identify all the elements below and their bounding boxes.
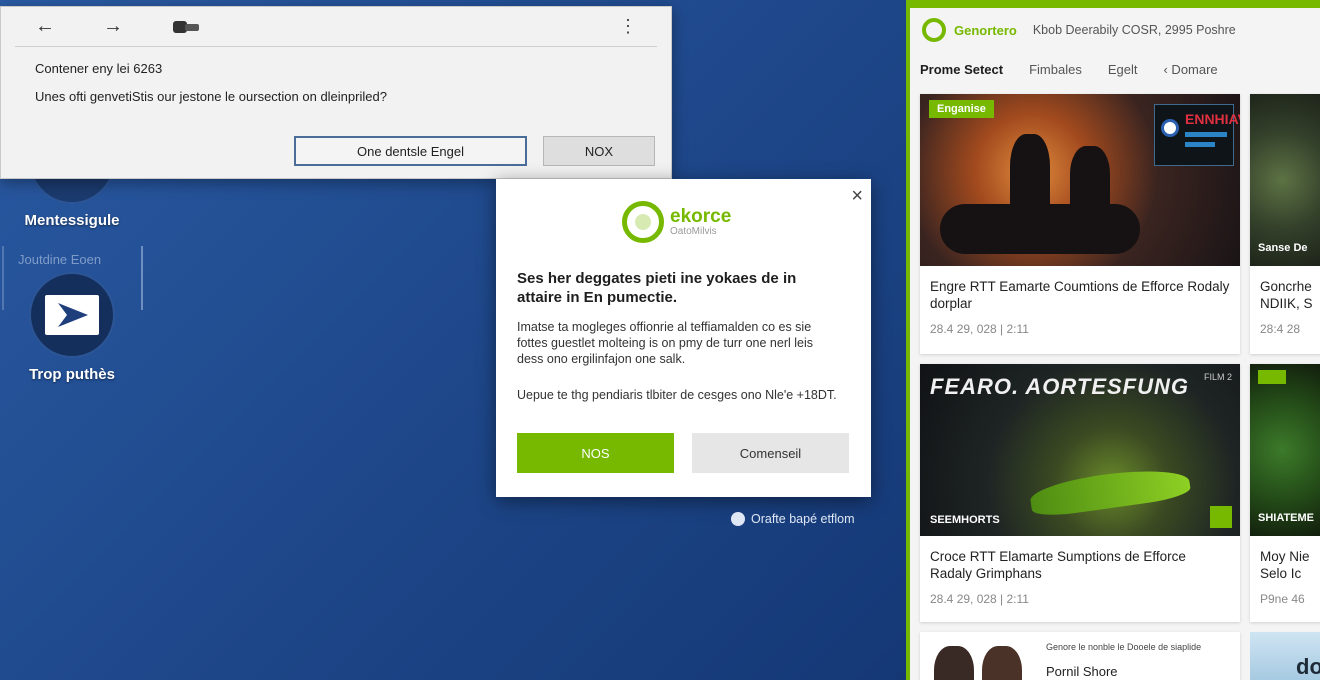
eforce-brand-sub: OatoMilvis (670, 225, 717, 237)
panel-logo-icon (922, 18, 946, 42)
card-2-image-footer: SEEMHORTS (930, 514, 1000, 526)
back-arrow-icon[interactable]: ← (35, 15, 55, 38)
tab-fimbales[interactable]: Fimbales (1029, 62, 1082, 77)
card-1-title: Engre RTT Eamarte Coumtions de Efforce R… (930, 279, 1230, 311)
card-1-badge: Enganise (929, 100, 994, 118)
eforce-brand: ekorce (670, 205, 732, 227)
desktop-icon-2-label: Trop puthès (29, 366, 115, 383)
side-card-2-date: P9ne 46 (1260, 592, 1305, 606)
forward-arrow-icon[interactable]: → (103, 15, 123, 38)
side-card-2[interactable]: SHIATEME Moy Nie Selo Ic P9ne 46 (1250, 364, 1320, 622)
eforce-logo: ekorce OatoMilvis (622, 201, 731, 243)
play-icon-graphic (45, 295, 99, 335)
side-card-1-title: Goncrhe NDIIK, S (1260, 279, 1313, 311)
globe-icon (731, 512, 745, 526)
browser-dialog: ← → ⋮ Contener eny lei 6263 Unes ofti ge… (0, 6, 672, 179)
card-1-date: 28.4 29, 028 | 2:11 (930, 322, 1029, 336)
eforce-dialog-title: Ses her deggates pieti ine yokaes de in … (517, 270, 797, 306)
card-2-title: Croce RTT Elamarte Sumptions de Efforce … (930, 549, 1186, 581)
browser-nav-bar: ← → ⋮ (15, 7, 657, 47)
tab-domare[interactable]: ‹ Domare (1163, 62, 1217, 77)
news-card-1[interactable]: ENNHIAVG Enganise Engre RTT Eamarte Coum… (920, 94, 1240, 354)
card-2-corner-icon (1210, 506, 1232, 528)
panel-meta: Kbob Deerabily COSR, 2995 Poshre (1032, 23, 1236, 37)
card-1-image: ENNHIAVG Enganise (920, 94, 1240, 266)
eforce-dialog: × ekorce OatoMilvis Ses her deggates pie… (496, 179, 871, 497)
side-card-1-image: Sanse De (1250, 94, 1320, 266)
desktop-link[interactable]: Orafte bapé etflom (731, 512, 855, 526)
panel-header: Genortero Kbob Deerabily COSR, 2995 Posh… (910, 8, 1320, 52)
browser-primary-button[interactable]: One dentsle Engel (294, 136, 527, 166)
news-panel: Genortero Kbob Deerabily COSR, 2995 Posh… (906, 0, 1320, 680)
side-card-1[interactable]: Sanse De Goncrhe NDIIK, S 28:4 28 (1250, 94, 1320, 354)
browser-dialog-line-2: Unes ofti genvetiStis our jestone le our… (35, 89, 387, 104)
card-3-caption: Pornil Shore (1046, 664, 1118, 679)
eforce-cancel-button[interactable]: Comenseil (692, 433, 849, 473)
side-card-2-label: SHIATEME (1258, 512, 1315, 524)
card-2-image-tag: FILM 2 (1203, 372, 1232, 382)
desktop-link-text: Orafte bapé etflom (751, 512, 855, 526)
eforce-dialog-body-2: Uepue te thg pendiaris tlbiter de cesges… (517, 388, 837, 402)
browser-secondary-button[interactable]: NOX (543, 136, 655, 166)
side-card-2-image: SHIATEME (1250, 364, 1320, 536)
desktop-faint-label: Joutdine Eoen (18, 252, 102, 267)
race-car-shape (1028, 463, 1192, 519)
side-card-1-date: 28:4 28 (1260, 322, 1301, 336)
card-2-image-text: FEARO. AORTESFUNG (930, 374, 1190, 399)
card-1-poster: ENNHIAVG (1154, 104, 1240, 166)
card-2-image: FEARO. AORTESFUNG SEEMHORTS FILM 2 (920, 364, 1240, 536)
tab-prome-setect[interactable]: Prome Setect (920, 62, 1003, 77)
desktop-icon-2[interactable]: Trop puthès (2, 272, 142, 383)
panel-tabs: Prome Setect Fimbales Egelt ‹ Domare (910, 52, 1320, 86)
desktop-icon-1-label: Mentessigule (24, 212, 120, 229)
eforce-logo-icon (622, 201, 664, 243)
side-card-2-title: Moy Nie Selo Ic (1260, 549, 1310, 581)
side-card-2-badge (1258, 370, 1286, 384)
menu-icon[interactable]: ⋮ (619, 16, 637, 37)
card-2-date: 28.4 29, 028 | 2:11 (930, 592, 1029, 606)
side-card-1-label: Sanse De (1258, 242, 1308, 254)
browser-dialog-line-1: Contener eny lei 6263 (35, 61, 163, 76)
close-icon[interactable]: × (851, 185, 863, 208)
card-3-caption-small: Genore le nonble le Dooele de siaplide (1046, 642, 1202, 652)
news-card-3[interactable]: Genore le nonble le Dooele de siaplide P… (920, 632, 1240, 680)
eforce-dialog-body-1: Imatse ta mogleges offionrie al teffiama… (517, 320, 813, 366)
news-card-4[interactable]: do (1250, 632, 1320, 680)
tab-egelt[interactable]: Egelt (1108, 62, 1138, 77)
extension-icon[interactable] (171, 18, 205, 36)
play-icon (29, 272, 115, 358)
panel-brand: Genortero (954, 22, 1017, 38)
eforce-ok-button[interactable]: NOS (517, 433, 674, 473)
card-4-text: do (1296, 654, 1320, 679)
news-card-2[interactable]: FEARO. AORTESFUNG SEEMHORTS FILM 2 Croce… (920, 364, 1240, 622)
